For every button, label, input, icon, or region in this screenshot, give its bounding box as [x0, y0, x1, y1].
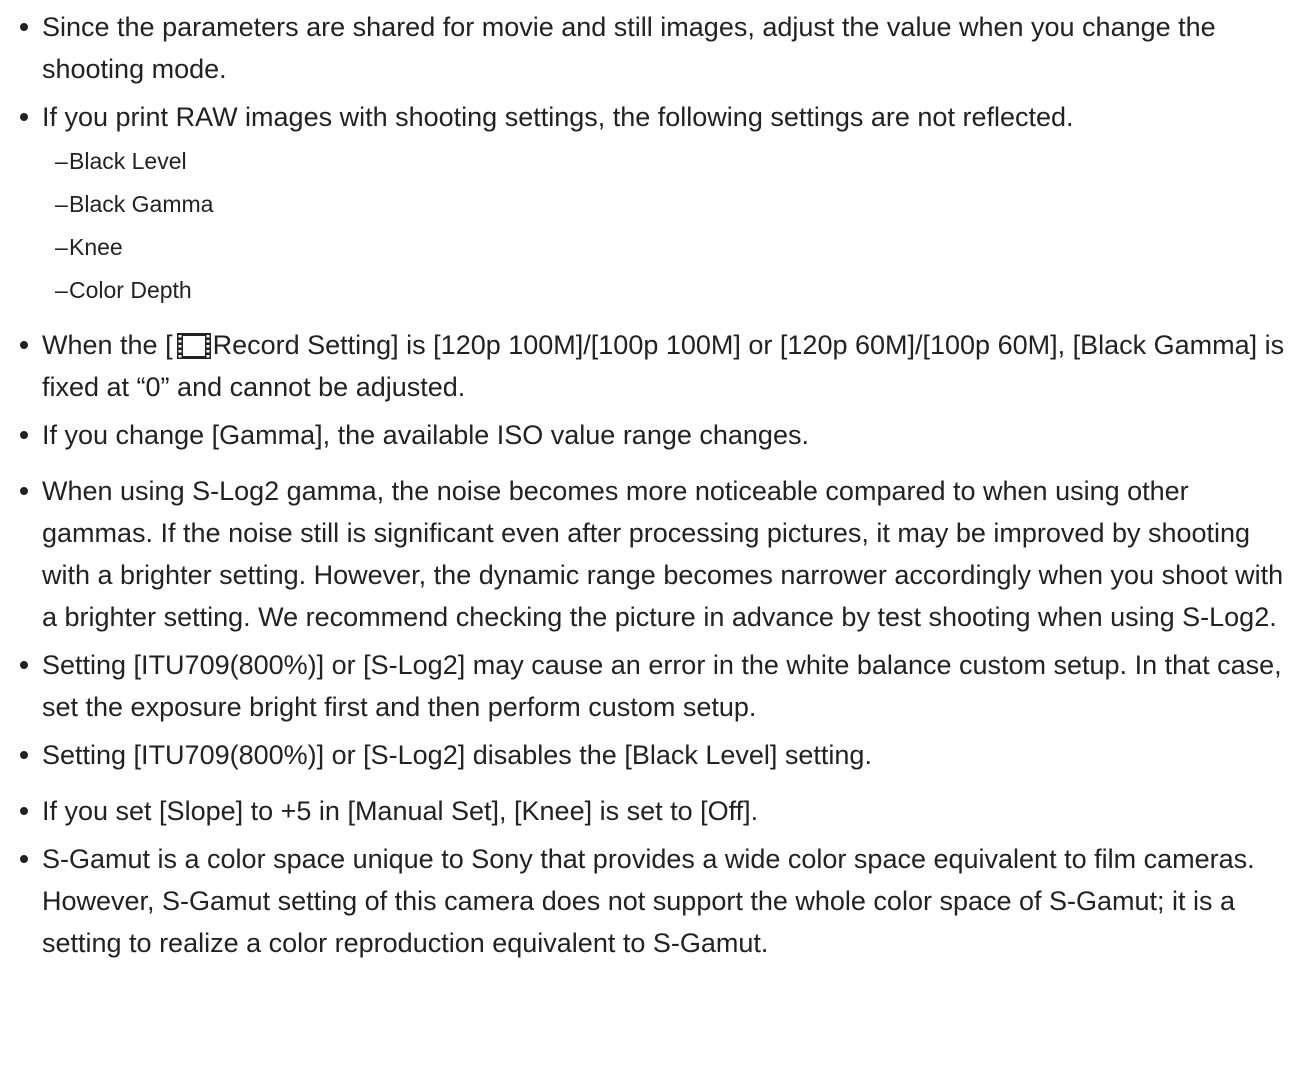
note-text: Setting [ITU709(800%)] or [S-Log2] may c… — [42, 650, 1282, 722]
sub-item-color-depth: –Color Depth — [42, 269, 1305, 312]
bullet-icon — [20, 431, 28, 439]
note-item-gamma-iso: If you change [Gamma], the available ISO… — [20, 414, 1305, 456]
sub-item-label: Black Gamma — [69, 191, 214, 217]
note-item-slog2-noise: When using S-Log2 gamma, the noise becom… — [20, 470, 1305, 638]
sub-item-label: Color Depth — [69, 277, 192, 303]
dash-marker: – — [55, 191, 68, 217]
bullet-icon — [20, 23, 28, 31]
bullet-icon — [20, 661, 28, 669]
sub-item-knee: –Knee — [42, 226, 1305, 269]
bullet-icon — [20, 807, 28, 815]
note-text: If you change [Gamma], the available ISO… — [42, 420, 809, 450]
sub-item-black-gamma: –Black Gamma — [42, 183, 1305, 226]
note-item-black-level-disabled: Setting [ITU709(800%)] or [S-Log2] disab… — [20, 734, 1305, 776]
note-text-prefix: When the [ — [42, 330, 173, 360]
note-item-record-setting: When the [Record Setting] is [120p 100M]… — [20, 324, 1305, 408]
note-item-slope-knee: If you set [Slope] to +5 in [Manual Set]… — [20, 790, 1305, 832]
note-text: When using S-Log2 gamma, the noise becom… — [42, 476, 1284, 632]
sub-item-label: Knee — [69, 234, 123, 260]
bullet-icon — [20, 341, 28, 349]
note-item-shared-parameters: Since the parameters are shared for movi… — [20, 6, 1305, 90]
note-item-white-balance: Setting [ITU709(800%)] or [S-Log2] may c… — [20, 644, 1305, 728]
note-item-raw-printing: If you print RAW images with shooting se… — [20, 96, 1305, 318]
note-text: If you print RAW images with shooting se… — [42, 102, 1074, 132]
bullet-icon — [20, 113, 28, 121]
sub-item-black-level: –Black Level — [42, 140, 1305, 183]
bullet-icon — [20, 751, 28, 759]
note-text-suffix: Record Setting] is [120p 100M]/[100p 100… — [42, 330, 1285, 402]
movie-icon — [176, 333, 211, 359]
note-text: Since the parameters are shared for movi… — [42, 12, 1216, 84]
raw-settings-sublist: –Black Level –Black Gamma –Knee –Color D… — [42, 138, 1305, 318]
bullet-icon — [20, 855, 28, 863]
note-text: S-Gamut is a color space unique to Sony … — [42, 844, 1255, 958]
note-item-s-gamut: S-Gamut is a color space unique to Sony … — [20, 838, 1305, 964]
dash-marker: – — [55, 277, 68, 303]
dash-marker: – — [55, 234, 68, 260]
bullet-icon — [20, 487, 28, 495]
sub-item-label: Black Level — [69, 148, 187, 174]
notes-list: Since the parameters are shared for movi… — [20, 6, 1305, 970]
note-text: If you set [Slope] to +5 in [Manual Set]… — [42, 796, 759, 826]
dash-marker: – — [55, 148, 68, 174]
note-text: Setting [ITU709(800%)] or [S-Log2] disab… — [42, 740, 872, 770]
